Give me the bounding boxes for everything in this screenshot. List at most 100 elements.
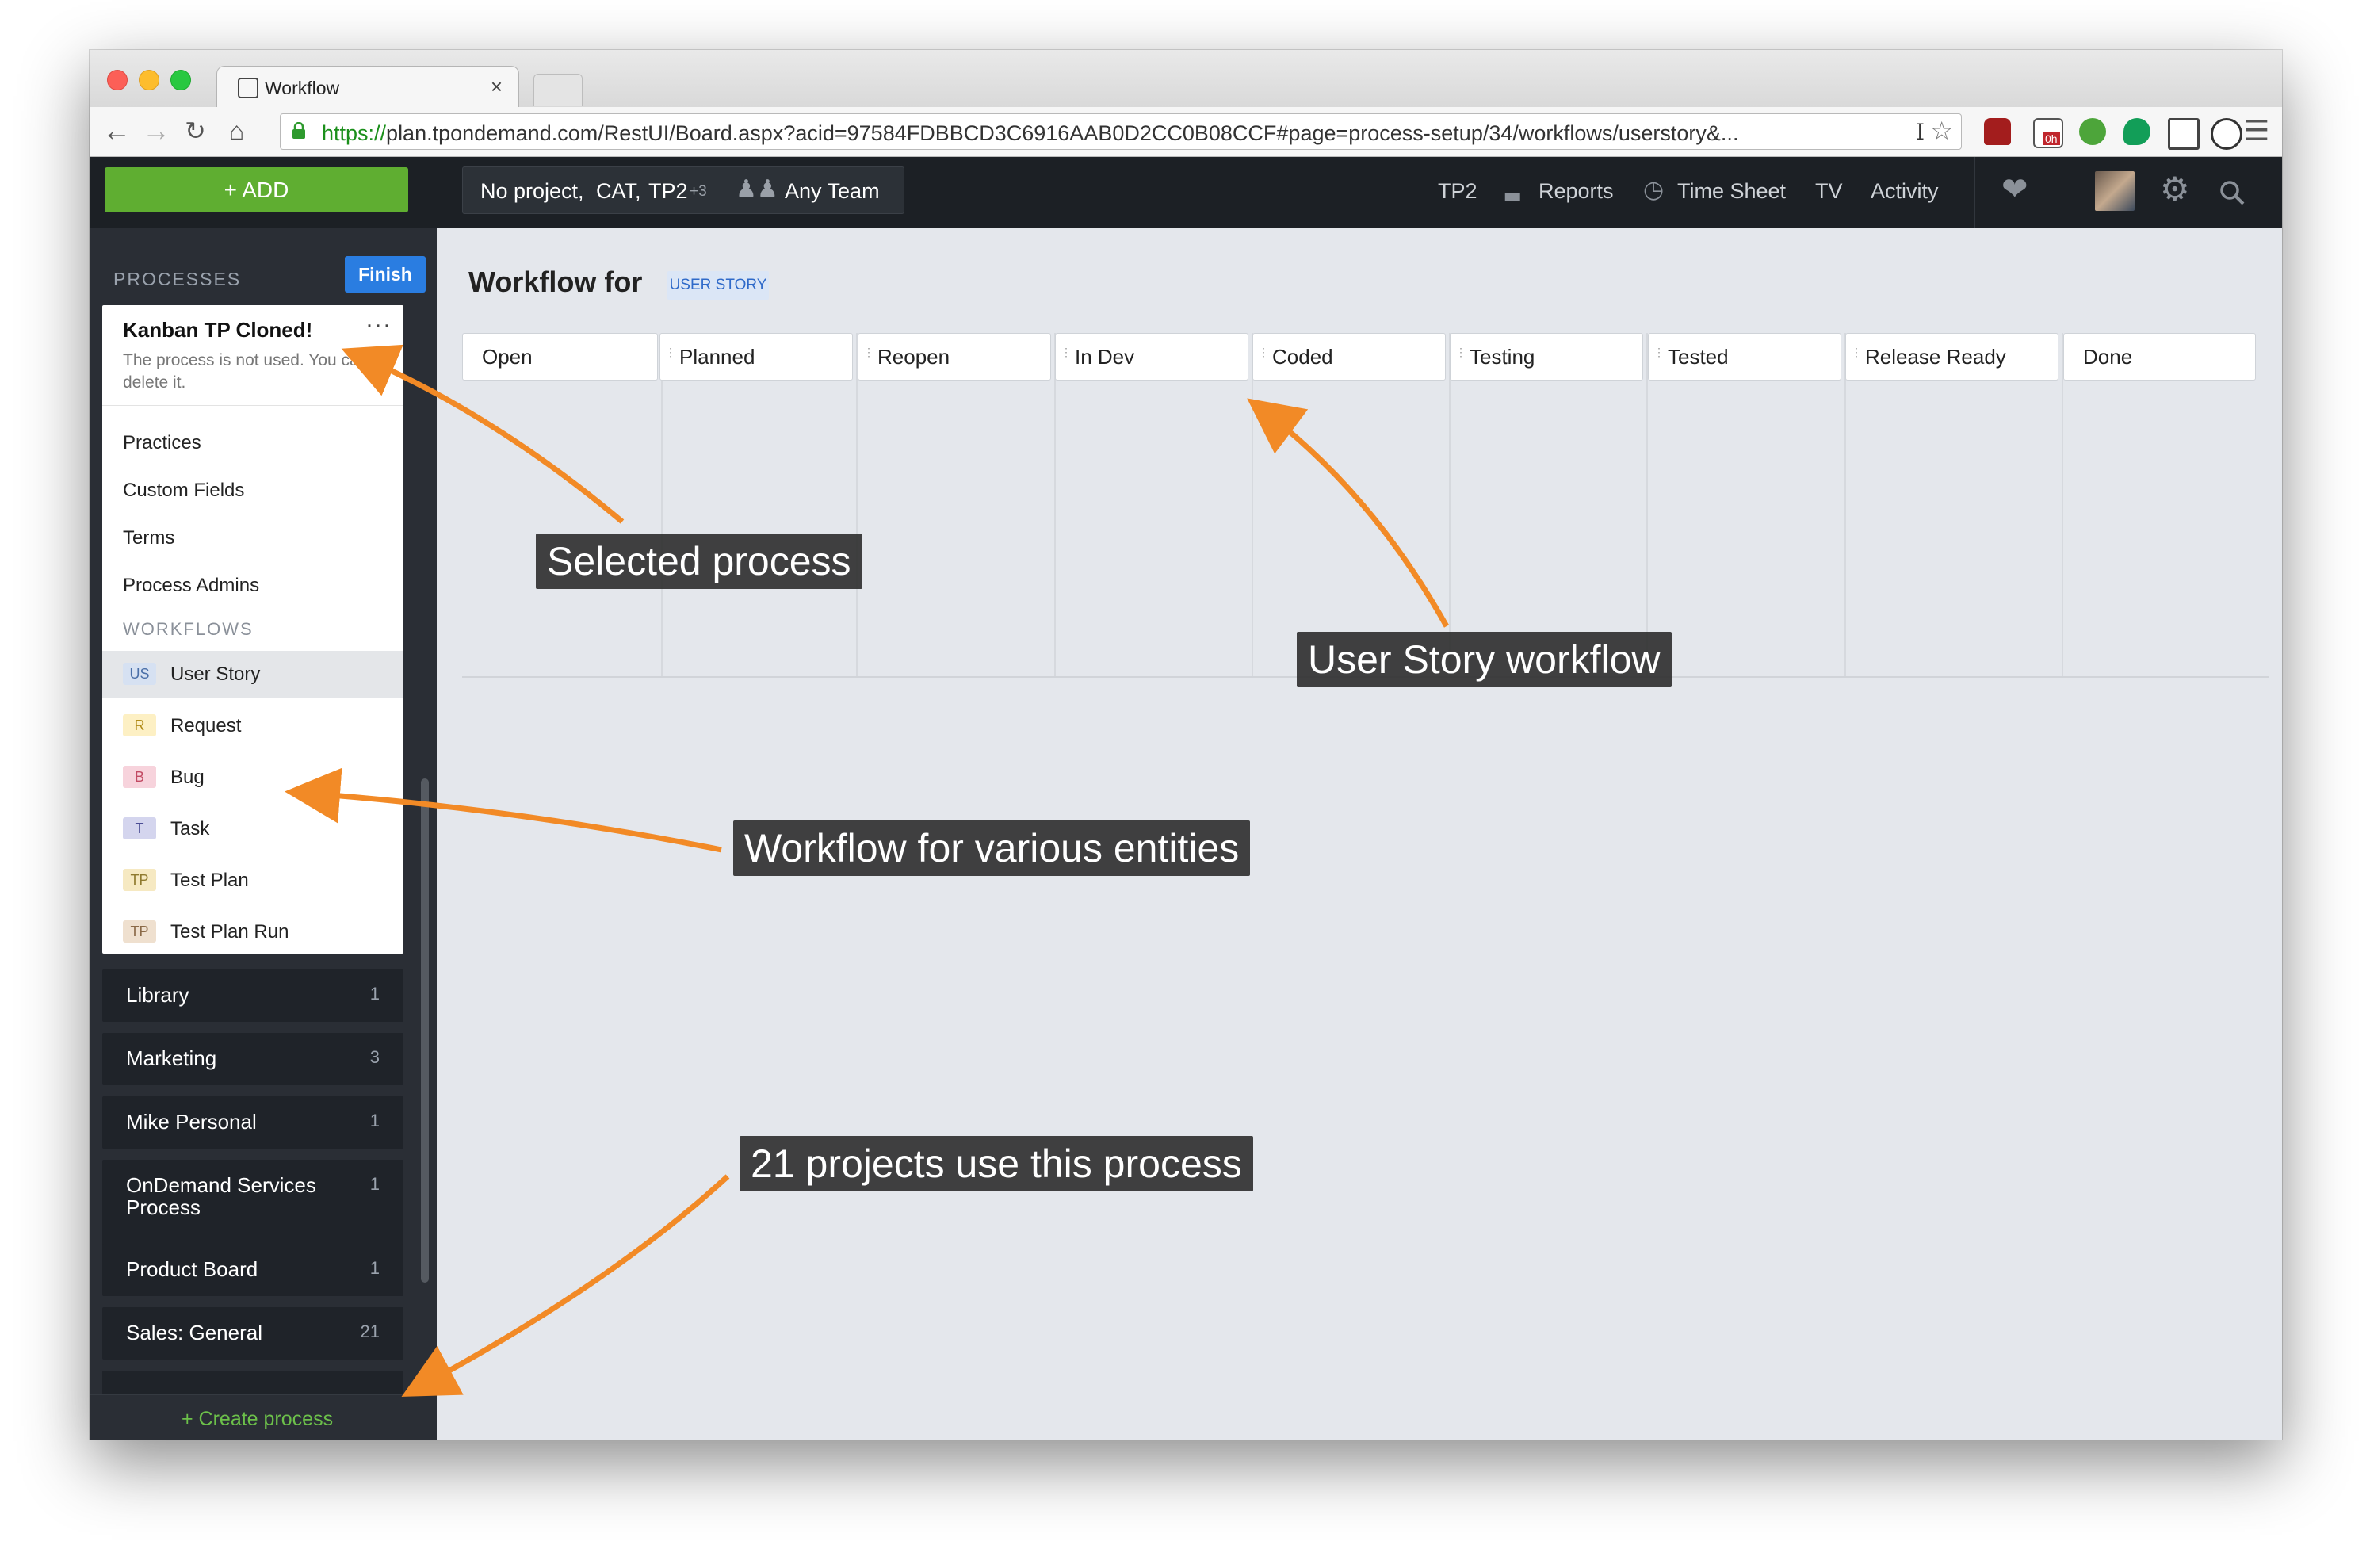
workflow-state-column: ⋮ Planned (659, 333, 858, 677)
workflow-state-header[interactable]: ⋮ Coded (1252, 333, 1446, 381)
process-item-partial[interactable] (102, 1371, 403, 1394)
workflow-state-header[interactable]: ⋮ Reopen (858, 333, 1051, 381)
process-usage-note: The process is not used. You can delete … (123, 351, 369, 392)
search-icon[interactable] (2219, 179, 2246, 206)
project-count: 3 (369, 1047, 380, 1067)
forward-arrow-icon[interactable]: → (142, 117, 170, 145)
workflow-item-label: User Story (170, 664, 261, 685)
divider (102, 405, 403, 406)
url-protocol: https:// (322, 121, 387, 145)
drag-handle-icon[interactable]: ⋮ (863, 346, 874, 358)
menu-practices[interactable]: Practices (123, 432, 201, 454)
selected-process-card: Kanban TP Cloned! ··· The process is not… (102, 305, 403, 954)
address-bar[interactable]: https://plan.tpondemand.com/RestUI/Board… (280, 113, 1962, 150)
reader-icon[interactable]: I (1916, 119, 1925, 145)
reports-bar-icon[interactable]: ▃ (1505, 179, 1519, 202)
project-count: 21 (360, 1321, 380, 1341)
create-process-link[interactable]: + Create process (182, 1408, 333, 1431)
targetprocess-favicon-icon (238, 78, 258, 98)
team-icon: ♟♟ (736, 176, 778, 202)
workflow-state-header[interactable]: Open (462, 333, 658, 381)
drag-handle-icon[interactable]: ⋮ (1258, 346, 1269, 358)
workflow-state-header[interactable]: ⋮ Testing (1450, 333, 1643, 381)
workflow-state-column: ⋮ Coded (1252, 333, 1451, 677)
selected-process-title: Kanban TP Cloned! (123, 318, 313, 342)
nav-tp2[interactable]: TP2 (1438, 179, 1477, 204)
browser-window: Workflow × ← → ↻ ⌂ https://plan.tpondema… (90, 50, 2282, 1440)
process-item[interactable]: Sales: General 21 (102, 1307, 403, 1360)
workflow-item[interactable]: TP Test Plan (102, 857, 403, 904)
nav-time-sheet[interactable]: Time Sheet (1677, 179, 1786, 204)
workflow-entity-badge: TP (123, 869, 156, 891)
workflow-state-header[interactable]: ⋮ In Dev (1055, 333, 1248, 381)
close-tab-icon[interactable]: × (491, 75, 503, 99)
workflow-state-header[interactable]: ⋮ Release Ready (1845, 333, 2058, 381)
bookmark-star-icon[interactable]: ☆ (1930, 116, 1953, 146)
process-item[interactable]: Mike Personal 1 (102, 1096, 403, 1149)
workflow-state-name: Coded (1272, 345, 1333, 369)
nav-reports[interactable]: Reports (1539, 179, 1614, 204)
maximize-window-button[interactable] (170, 70, 191, 90)
menu-process-admins[interactable]: Process Admins (123, 575, 259, 597)
url-text: https://plan.tpondemand.com/RestUI/Board… (322, 121, 1738, 146)
add-button[interactable]: + ADD (105, 167, 408, 212)
callout-workflow-entities: Workflow for various entities (733, 820, 1251, 876)
menu-hamburger-icon[interactable]: ☰ (2244, 117, 2269, 145)
process-sidebar: PROCESSES Finish Kanban TP Cloned! ··· T… (90, 228, 437, 1440)
gear-icon[interactable]: ⚙ (2160, 170, 2190, 208)
extension-timer-icon[interactable]: 0h (2033, 118, 2063, 148)
nav-tv[interactable]: TV (1815, 179, 1843, 204)
back-arrow-icon[interactable]: ← (102, 117, 131, 145)
reload-icon[interactable]: ↻ (185, 117, 206, 145)
extension-armchair-icon[interactable] (1984, 118, 2011, 145)
home-icon[interactable]: ⌂ (229, 117, 244, 145)
sidebar-scrollbar[interactable] (421, 778, 429, 1283)
extension-hangouts-icon[interactable] (2123, 118, 2150, 145)
context-team: Any Team (785, 179, 880, 203)
callout-selected-process: Selected process (536, 534, 862, 589)
workflow-state-header[interactable]: Done (2063, 333, 2256, 381)
workflow-item[interactable]: B Bug (102, 754, 403, 801)
workflow-item[interactable]: T Task (102, 805, 403, 853)
context-selector[interactable]: No project, CAT, TP2 +3 ♟♟ Any Team (462, 166, 904, 214)
user-avatar[interactable] (2095, 171, 2135, 211)
context-project: No project, (480, 179, 584, 203)
workflow-item[interactable]: US User Story (102, 651, 403, 698)
workflow-item-label: Task (170, 818, 210, 839)
workflow-state-name: Reopen (877, 345, 950, 369)
finish-button[interactable]: Finish (345, 256, 426, 293)
heart-icon[interactable]: ❤ (2001, 171, 2028, 208)
extension-window-icon[interactable] (2168, 118, 2200, 150)
close-window-button[interactable] (107, 70, 128, 90)
drag-handle-icon[interactable]: ⋮ (1653, 346, 1665, 358)
minimize-window-button[interactable] (139, 70, 159, 90)
context-cat: CAT, (596, 179, 641, 203)
nav-activity[interactable]: Activity (1871, 179, 1939, 204)
process-item[interactable]: Product Board 1 (102, 1244, 403, 1296)
header-divider (1974, 157, 1975, 228)
new-tab-button[interactable] (533, 74, 583, 106)
workflow-item[interactable]: R Request (102, 702, 403, 750)
drag-handle-icon[interactable]: ⋮ (1851, 346, 1862, 358)
browser-tab[interactable]: Workflow × (216, 66, 519, 108)
process-item[interactable]: Library 1 (102, 969, 403, 1022)
more-options-icon[interactable]: ··· (365, 312, 392, 338)
workflow-state-header[interactable]: ⋮ Planned (659, 333, 853, 381)
workflow-state-name: Tested (1668, 345, 1729, 369)
process-item[interactable]: Marketing 3 (102, 1033, 403, 1085)
menu-terms[interactable]: Terms (123, 527, 174, 549)
process-item[interactable]: OnDemand Services Process 1 (102, 1160, 403, 1249)
workflow-state-name: Testing (1470, 345, 1535, 369)
clock-icon[interactable]: ◷ (1643, 176, 1664, 204)
menu-custom-fields[interactable]: Custom Fields (123, 480, 244, 502)
browser-toolbar: ← → ↻ ⌂ https://plan.tpondemand.com/Rest… (90, 107, 2282, 157)
drag-handle-icon[interactable]: ⋮ (1061, 346, 1072, 358)
project-count: 1 (369, 1174, 380, 1194)
extension-info-icon[interactable] (2211, 118, 2242, 150)
drag-handle-icon[interactable]: ⋮ (1455, 346, 1466, 358)
workflow-item[interactable]: TP Test Plan Run (102, 908, 403, 956)
drag-handle-icon[interactable]: ⋮ (665, 346, 676, 358)
entity-type-badge: USER STORY (667, 271, 769, 300)
workflow-state-header[interactable]: ⋮ Tested (1648, 333, 1841, 381)
extension-thumbs-up-icon[interactable] (2079, 118, 2106, 145)
